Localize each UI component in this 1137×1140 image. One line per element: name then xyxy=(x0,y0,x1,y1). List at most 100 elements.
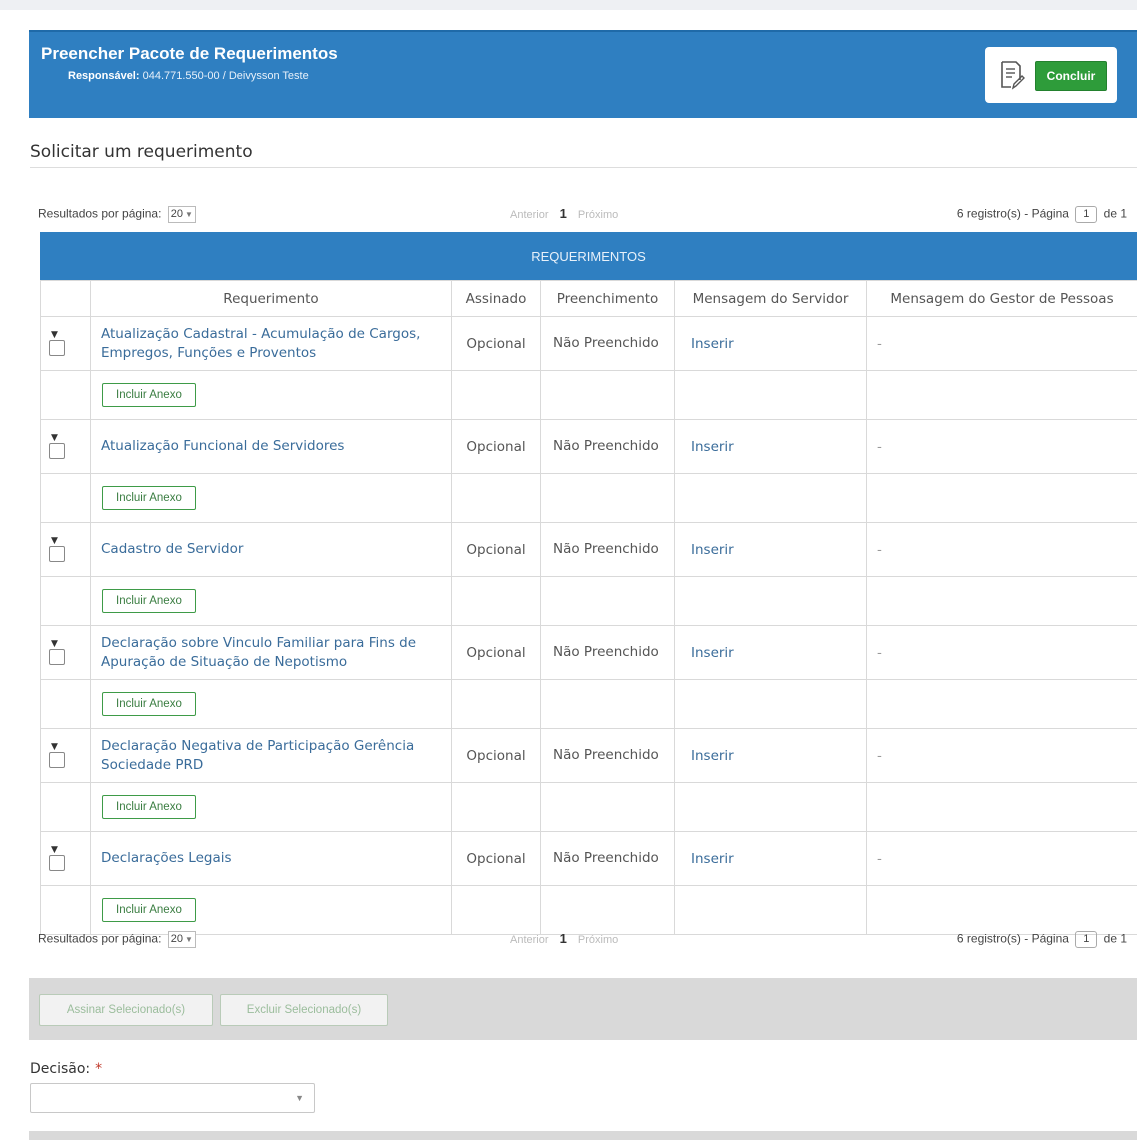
document-edit-icon[interactable] xyxy=(997,60,1025,90)
chevron-down-icon: ▼ xyxy=(185,210,193,219)
inserir-link[interactable]: Inserir xyxy=(674,522,867,577)
preenchimento-cell: Não Preenchido xyxy=(540,316,675,371)
rpp-value: 20 xyxy=(170,208,184,220)
assinado-cell: Opcional xyxy=(451,625,541,680)
table-row: ▼ Atualização Cadastral - Acumulação de … xyxy=(40,316,1137,371)
records-label: 6 registro(s) - Página xyxy=(956,206,1069,221)
table-row: ▼ Atualização Funcional de Servidores Op… xyxy=(40,419,1137,474)
inserir-link[interactable]: Inserir xyxy=(674,419,867,474)
requerimento-link[interactable]: Declaração Negativa de Participação Gerê… xyxy=(90,728,452,783)
msg-gestor-cell: - xyxy=(866,316,1137,371)
concluir-button[interactable]: Concluir xyxy=(1035,61,1107,91)
page-header: Preencher Pacote de Requerimentos Respon… xyxy=(29,30,1137,118)
msg-gestor-cell: - xyxy=(866,522,1137,577)
expand-row-icon[interactable]: ▼ xyxy=(51,743,90,752)
page-nav: Anterior 1 Próximo xyxy=(510,206,618,221)
inserir-link[interactable]: Inserir xyxy=(674,316,867,371)
msg-gestor-cell: - xyxy=(866,831,1137,886)
page-title: Preencher Pacote de Requerimentos xyxy=(41,44,338,63)
table-row: ▼ Declarações Legais Opcional Não Preenc… xyxy=(40,831,1137,886)
pager-bottom: Resultados por página: 20 ▼ Anterior 1 Pr… xyxy=(38,928,1137,950)
incluir-anexo-button[interactable]: Incluir Anexo xyxy=(102,898,196,922)
row-select-cell: ▼ xyxy=(40,831,91,886)
requerimento-link[interactable]: Atualização Cadastral - Acumulação de Ca… xyxy=(90,316,452,371)
inserir-link[interactable]: Inserir xyxy=(674,728,867,783)
table-row: ▼ Declaração Negativa de Participação Ge… xyxy=(40,728,1137,783)
requerimento-link[interactable]: Cadastro de Servidor xyxy=(90,522,452,577)
rpp-label: Resultados por página: xyxy=(38,931,162,946)
requerimento-link[interactable]: Declaração sobre Vinculo Familiar para F… xyxy=(90,625,452,680)
excluir-selecionados-button[interactable]: Excluir Selecionado(s) xyxy=(220,994,388,1026)
col-header-msg-gestor: Mensagem do Gestor de Pessoas xyxy=(866,280,1137,317)
expand-row-icon[interactable]: ▼ xyxy=(51,846,90,855)
chevron-down-icon: ▼ xyxy=(295,1093,304,1103)
current-page[interactable]: 1 xyxy=(560,931,567,946)
msg-gestor-cell: - xyxy=(866,419,1137,474)
row-checkbox[interactable] xyxy=(49,546,65,562)
incluir-anexo-button[interactable]: Incluir Anexo xyxy=(102,692,196,716)
pager-top: Resultados por página: 20 ▼ Anterior 1 Pr… xyxy=(38,203,1137,225)
results-per-page: Resultados por página: 20 ▼ xyxy=(38,931,196,948)
row-select-cell: ▼ xyxy=(40,419,91,474)
decision-label: Decisão: * xyxy=(30,1061,102,1077)
expand-row-icon[interactable]: ▼ xyxy=(51,640,90,649)
prev-link[interactable]: Anterior xyxy=(510,209,549,221)
header-action-box: Concluir xyxy=(985,47,1117,103)
row-checkbox[interactable] xyxy=(49,752,65,768)
records-info: 6 registro(s) - Página 1 de 1 xyxy=(957,931,1127,948)
assinado-cell: Opcional xyxy=(451,831,541,886)
expand-row-icon[interactable]: ▼ xyxy=(51,434,90,443)
required-mark: * xyxy=(95,1061,103,1077)
row-checkbox[interactable] xyxy=(49,443,65,459)
rpp-value: 20 xyxy=(170,933,184,945)
records-label: 6 registro(s) - Página xyxy=(956,931,1069,946)
section-divider xyxy=(30,167,1137,168)
table-header-row: Requerimento Assinado Preenchimento Mens… xyxy=(40,280,1137,317)
next-link[interactable]: Próximo xyxy=(578,209,618,221)
assinado-cell: Opcional xyxy=(451,419,541,474)
chevron-down-icon: ▼ xyxy=(185,935,193,944)
assinado-cell: Opcional xyxy=(451,728,541,783)
of-label: de 1 xyxy=(1103,931,1127,946)
inserir-link[interactable]: Inserir xyxy=(674,831,867,886)
bottom-strip xyxy=(29,1131,1137,1140)
col-header-requerimento: Requerimento xyxy=(90,280,452,317)
inserir-link[interactable]: Inserir xyxy=(674,625,867,680)
grid-banner: REQUERIMENTOS xyxy=(40,232,1137,280)
decision-select[interactable]: ▼ xyxy=(30,1083,315,1113)
row-checkbox[interactable] xyxy=(49,855,65,871)
rpp-select[interactable]: 20 ▼ xyxy=(167,206,196,223)
requerimentos-table: Requerimento Assinado Preenchimento Mens… xyxy=(40,280,1137,935)
current-page[interactable]: 1 xyxy=(560,206,567,221)
expand-row-icon[interactable]: ▼ xyxy=(51,537,90,546)
incluir-anexo-button[interactable]: Incluir Anexo xyxy=(102,486,196,510)
requerimento-link[interactable]: Declarações Legais xyxy=(90,831,452,886)
row-checkbox[interactable] xyxy=(49,340,65,356)
of-label: de 1 xyxy=(1103,206,1127,221)
section-title: Solicitar um requerimento xyxy=(30,142,253,162)
results-per-page: Resultados por página: 20 ▼ xyxy=(38,206,196,223)
page-input[interactable]: 1 xyxy=(1075,931,1098,948)
table-row: ▼ Declaração sobre Vinculo Familiar para… xyxy=(40,625,1137,680)
row-select-cell: ▼ xyxy=(40,728,91,783)
next-link[interactable]: Próximo xyxy=(578,934,618,946)
incluir-anexo-button[interactable]: Incluir Anexo xyxy=(102,795,196,819)
rpp-select[interactable]: 20 ▼ xyxy=(167,931,196,948)
bulk-action-bar: Assinar Selecionado(s) Excluir Seleciona… xyxy=(29,978,1137,1040)
page-input[interactable]: 1 xyxy=(1075,206,1098,223)
prev-link[interactable]: Anterior xyxy=(510,934,549,946)
row-checkbox[interactable] xyxy=(49,649,65,665)
incluir-anexo-button[interactable]: Incluir Anexo xyxy=(102,589,196,613)
preenchimento-cell: Não Preenchido xyxy=(540,522,675,577)
rpp-label: Resultados por página: xyxy=(38,206,162,221)
decision-label-text: Decisão: xyxy=(30,1061,91,1077)
expand-row-icon[interactable]: ▼ xyxy=(51,331,90,340)
assinar-selecionados-button[interactable]: Assinar Selecionado(s) xyxy=(39,994,213,1026)
incluir-anexo-button[interactable]: Incluir Anexo xyxy=(102,383,196,407)
requerimento-link[interactable]: Atualização Funcional de Servidores xyxy=(90,419,452,474)
msg-gestor-cell: - xyxy=(866,728,1137,783)
table-subrow: Incluir Anexo xyxy=(40,679,1137,729)
table-subrow: Incluir Anexo xyxy=(40,473,1137,523)
responsavel-info: Responsável: 044.771.550-00 / Deivysson … xyxy=(68,70,309,82)
responsavel-label: Responsável: xyxy=(68,70,140,82)
